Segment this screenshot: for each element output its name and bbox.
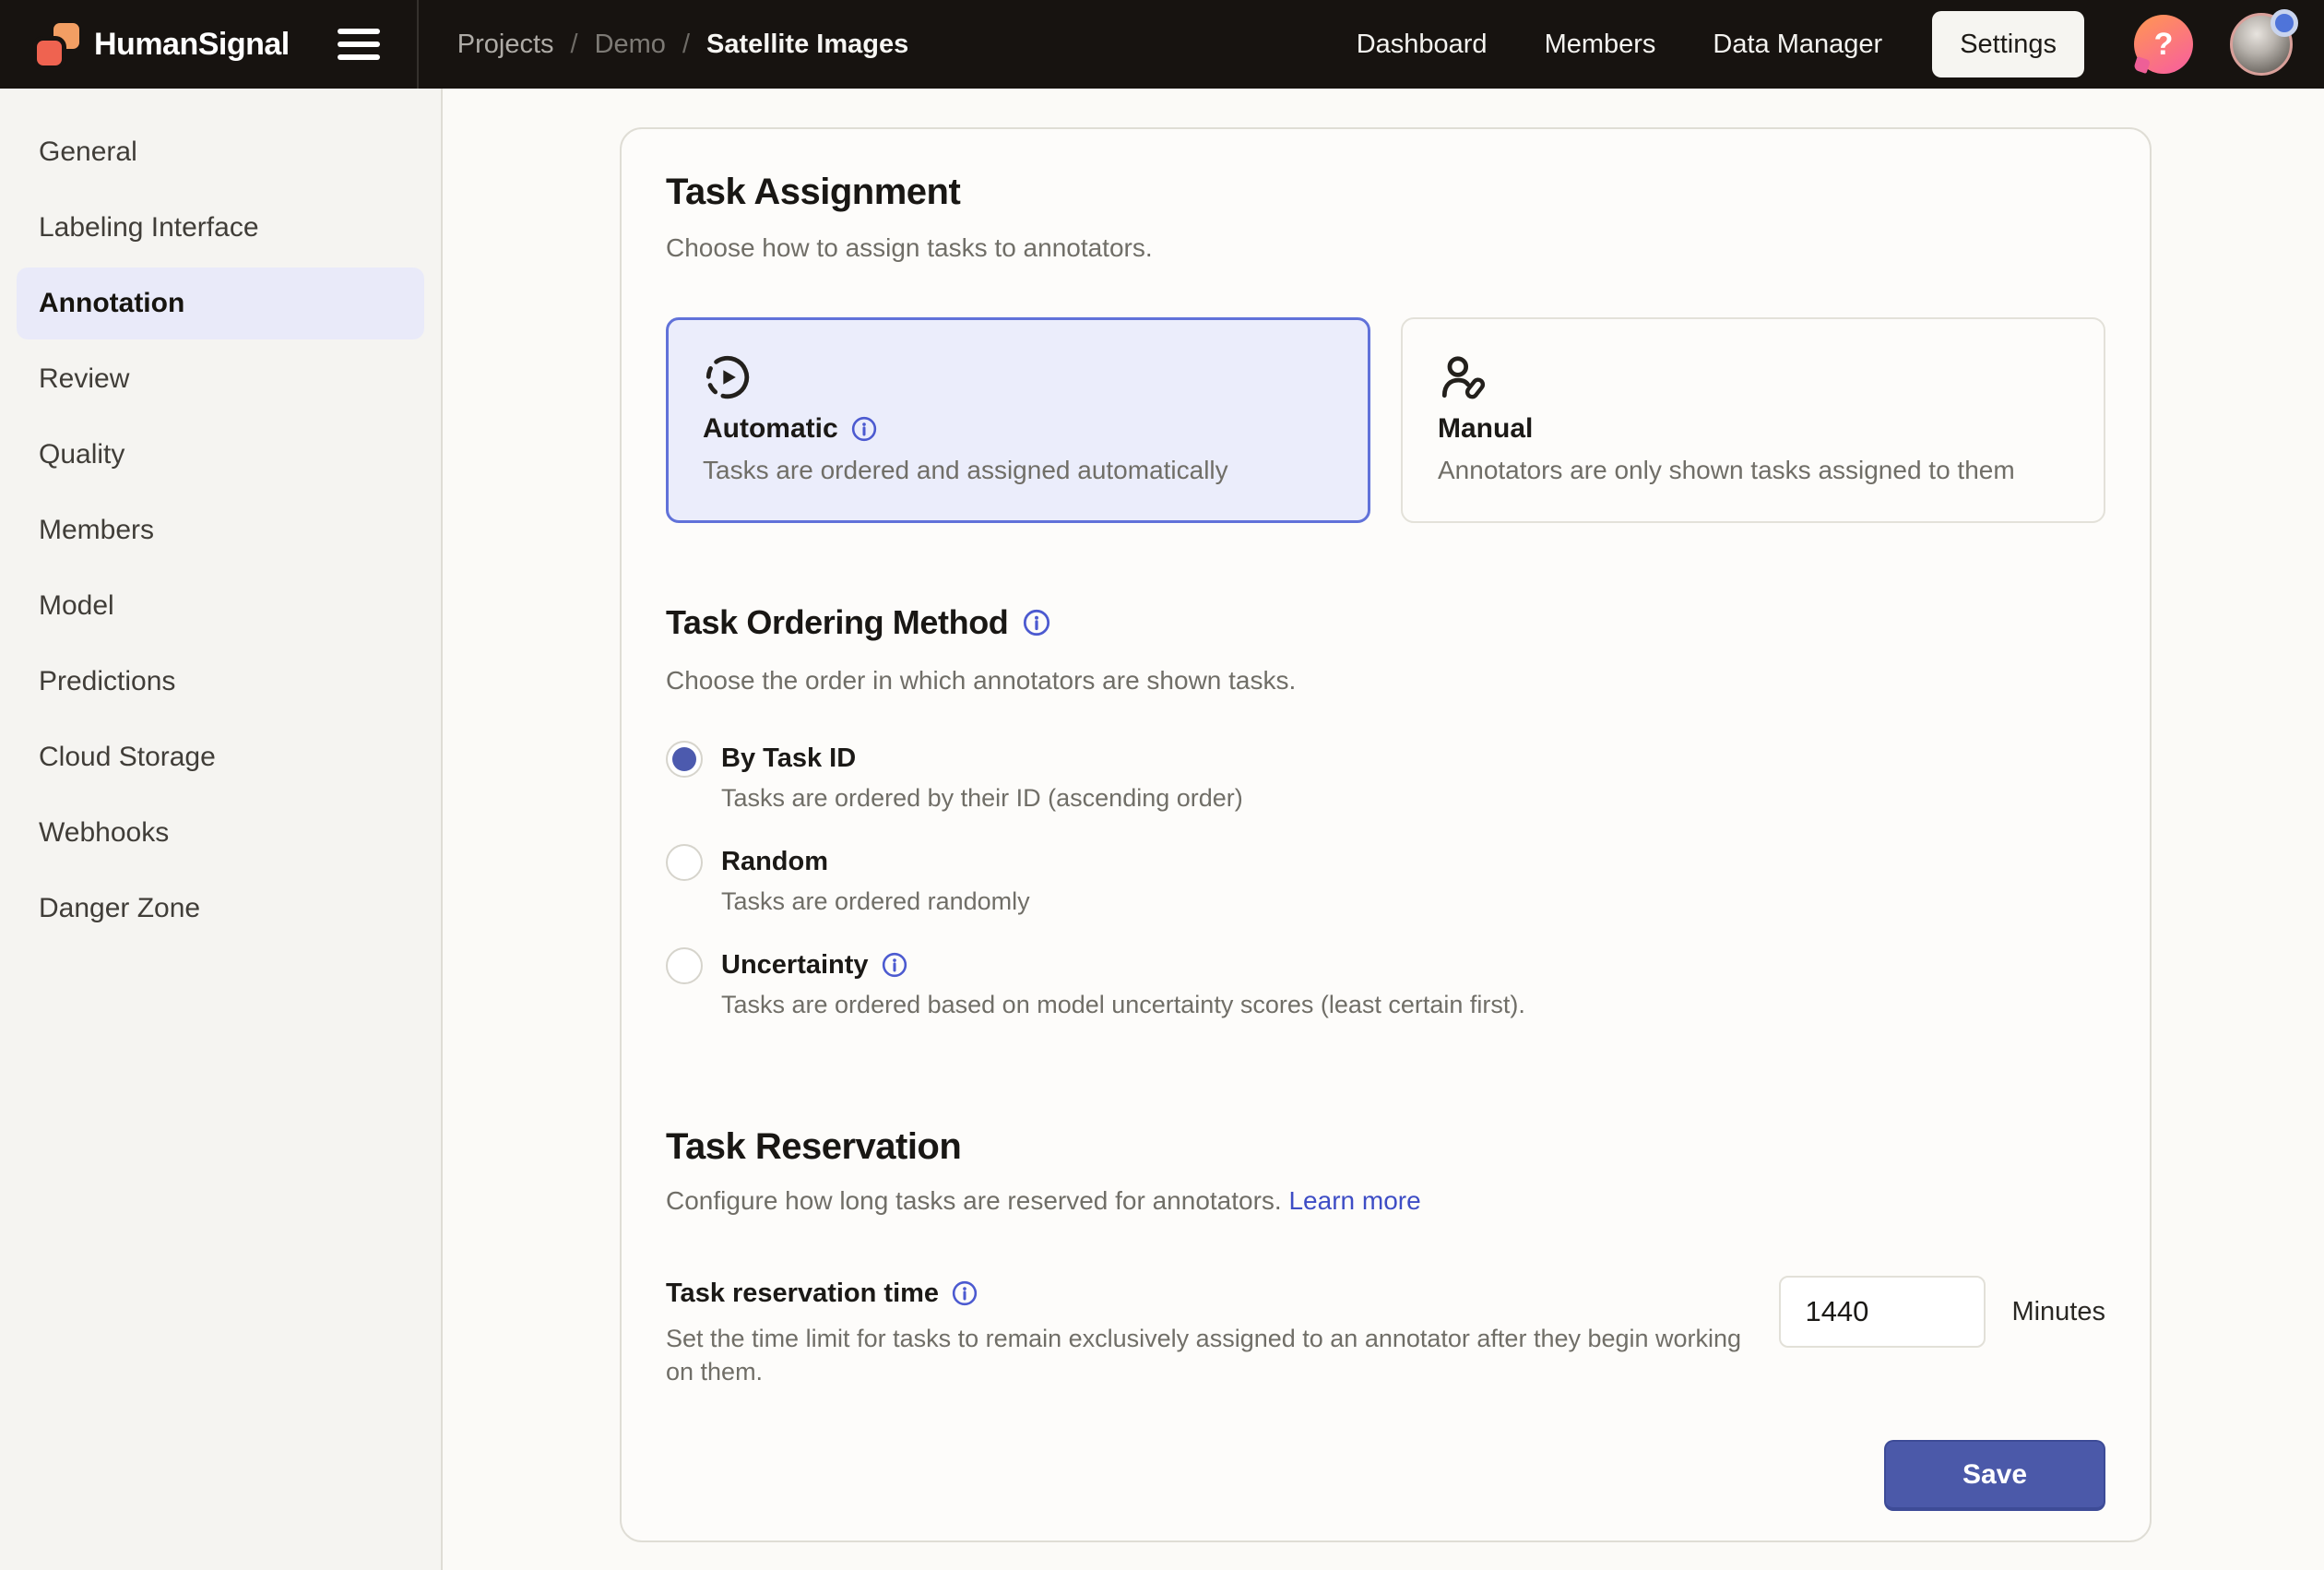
learn-more-link[interactable]: Learn more xyxy=(1288,1186,1420,1215)
sidebar-item-webhooks[interactable]: Webhooks xyxy=(17,797,424,869)
auto-play-icon xyxy=(703,352,753,402)
info-icon[interactable] xyxy=(1023,609,1050,636)
task-reservation-subtitle-text: Configure how long tasks are reserved fo… xyxy=(666,1186,1282,1215)
breadcrumb-current-page: Satellite Images xyxy=(706,30,908,60)
radio-label: Random xyxy=(721,844,1030,879)
by-task-id-description: Tasks are ordered by their ID (ascending… xyxy=(721,781,1243,815)
annotation-settings-card: Task Assignment Choose how to assign tas… xyxy=(620,127,2152,1542)
breadcrumb-separator: / xyxy=(682,30,690,60)
reservation-time-label: Task reservation time xyxy=(666,1276,939,1311)
minutes-unit-label: Minutes xyxy=(2011,1297,2105,1327)
radio-button[interactable] xyxy=(666,947,703,984)
question-mark-glyph: ? xyxy=(2154,27,2174,63)
settings-sidebar: General Labeling Interface Annotation Re… xyxy=(0,89,443,1570)
sidebar-item-danger-zone[interactable]: Danger Zone xyxy=(17,873,424,945)
automatic-option-label: Automatic xyxy=(703,413,838,445)
humansignal-logo-icon xyxy=(37,23,79,65)
top-header: HumanSignal Projects / Demo / Satellite … xyxy=(0,0,2324,89)
help-chat-icon[interactable]: ? xyxy=(2134,15,2193,74)
info-icon[interactable] xyxy=(952,1280,978,1306)
nav-dashboard[interactable]: Dashboard xyxy=(1357,30,1488,60)
by-task-id-label: By Task ID xyxy=(721,741,856,776)
manual-option-description: Annotators are only shown tasks assigned… xyxy=(1438,456,2069,485)
hamburger-menu-icon[interactable] xyxy=(338,24,385,65)
assignment-option-automatic[interactable]: Automatic Tasks are ordered and assigned… xyxy=(666,317,1370,523)
task-assignment-subtitle: Choose how to assign tasks to annotators… xyxy=(666,231,2105,266)
breadcrumb-separator: / xyxy=(571,30,578,60)
radio-button[interactable] xyxy=(666,844,703,881)
main-content: Task Assignment Choose how to assign tas… xyxy=(443,89,2324,1570)
radio-option-random[interactable]: Random Tasks are ordered randomly xyxy=(666,844,2105,918)
random-label: Random xyxy=(721,844,828,879)
radio-button-checked[interactable] xyxy=(666,741,703,778)
sidebar-item-predictions[interactable]: Predictions xyxy=(17,646,424,718)
sidebar-item-cloud-storage[interactable]: Cloud Storage xyxy=(17,721,424,793)
uncertainty-description: Tasks are ordered based on model uncerta… xyxy=(721,988,1525,1021)
radio-option-by-task-id[interactable]: By Task ID Tasks are ordered by their ID… xyxy=(666,741,2105,815)
automatic-option-description: Tasks are ordered and assigned automatic… xyxy=(703,456,1334,485)
breadcrumb-project-name[interactable]: Demo xyxy=(595,30,666,60)
manual-option-label: Manual xyxy=(1438,413,1533,445)
sidebar-item-model[interactable]: Model xyxy=(17,570,424,642)
presence-badge xyxy=(2271,9,2298,37)
radio-option-uncertainty[interactable]: Uncertainty Tasks are ordered based on m… xyxy=(666,947,2105,1021)
task-ordering-title-text: Task Ordering Method xyxy=(666,602,1008,643)
radio-label: By Task ID xyxy=(721,741,1243,776)
radio-label: Uncertainty xyxy=(721,947,1525,982)
sidebar-item-labeling-interface[interactable]: Labeling Interface xyxy=(17,192,424,264)
humansignal-logo[interactable]: HumanSignal xyxy=(37,23,290,65)
assignment-option-manual[interactable]: Manual Annotators are only shown tasks a… xyxy=(1401,317,2105,523)
reservation-time-field-row: Task reservation time Set the time limit… xyxy=(666,1276,2105,1388)
info-icon[interactable] xyxy=(882,952,907,978)
nav-members[interactable]: Members xyxy=(1545,30,1656,60)
random-description: Tasks are ordered randomly xyxy=(721,885,1030,918)
breadcrumb-projects[interactable]: Projects xyxy=(457,30,554,60)
task-ordering-title: Task Ordering Method xyxy=(666,602,2105,643)
sidebar-item-annotation[interactable]: Annotation xyxy=(17,268,424,339)
task-reservation-subtitle: Configure how long tasks are reserved fo… xyxy=(666,1183,2105,1219)
user-pen-icon xyxy=(1438,352,1488,402)
sidebar-item-members[interactable]: Members xyxy=(17,494,424,566)
settings-button[interactable]: Settings xyxy=(1932,11,2084,77)
reservation-time-label-row: Task reservation time xyxy=(666,1276,1754,1311)
task-reservation-title: Task Reservation xyxy=(666,1124,2105,1169)
logo-text: HumanSignal xyxy=(94,27,290,63)
save-button[interactable]: Save xyxy=(1884,1440,2105,1511)
breadcrumb: Projects / Demo / Satellite Images xyxy=(457,30,908,60)
task-ordering-subtitle: Choose the order in which annotators are… xyxy=(666,663,2105,698)
task-ordering-radio-group: By Task ID Tasks are ordered by their ID… xyxy=(666,741,2105,1021)
top-navigation: Dashboard Members Data Manager xyxy=(1357,30,1883,60)
sidebar-item-review[interactable]: Review xyxy=(17,343,424,415)
header-divider xyxy=(417,0,419,89)
sidebar-item-general[interactable]: General xyxy=(17,116,424,188)
info-icon[interactable] xyxy=(851,416,877,442)
user-avatar[interactable] xyxy=(2230,13,2293,76)
uncertainty-label: Uncertainty xyxy=(721,947,869,982)
reservation-time-input[interactable] xyxy=(1779,1276,1986,1348)
reservation-time-description: Set the time limit for tasks to remain e… xyxy=(666,1322,1754,1388)
logo-square-coral xyxy=(37,41,62,65)
task-assignment-title: Task Assignment xyxy=(666,170,2105,214)
sidebar-item-quality[interactable]: Quality xyxy=(17,419,424,491)
nav-data-manager[interactable]: Data Manager xyxy=(1713,30,1882,60)
